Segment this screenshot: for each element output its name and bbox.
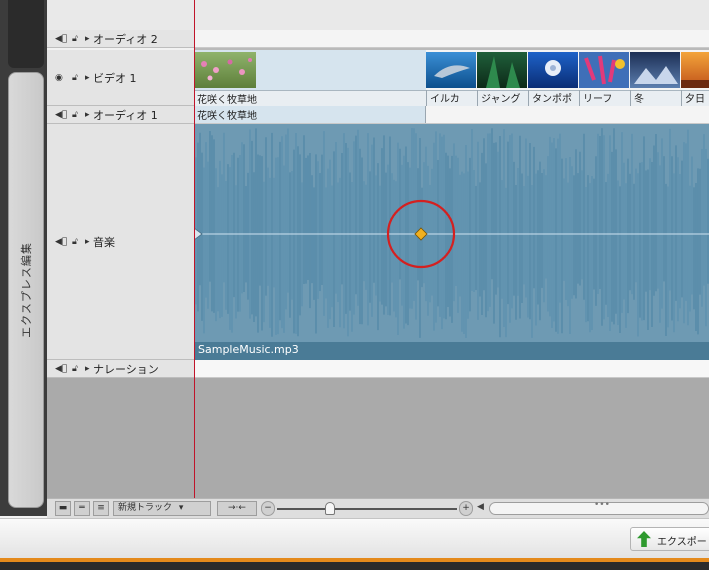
- unlock-icon[interactable]: 🔓︎: [72, 237, 78, 247]
- export-label: エクスポー: [657, 537, 707, 548]
- chevron-down-icon: ▾: [178, 503, 184, 513]
- visibility-icon[interactable]: ◉: [55, 73, 63, 83]
- track-header-music: ◀ͤ 🔓︎ ▸ 音楽: [47, 124, 194, 360]
- track-header-video1: ◉ 🔓︎ ▸ ビデオ 1: [47, 50, 194, 106]
- track-height-medium-button[interactable]: ═: [74, 501, 90, 516]
- side-tab-top: [8, 0, 44, 68]
- zoom-slider-track[interactable]: [277, 508, 457, 510]
- scroll-grip-icon: •••: [594, 500, 610, 510]
- zoom-out-icon[interactable]: −: [261, 501, 275, 516]
- video-thumbnails: [194, 52, 709, 88]
- clip-label[interactable]: 花咲く牧草地: [197, 91, 257, 106]
- track-header-audio2: ◀ͤ 🔓︎ ▸ オーディオ 2: [47, 30, 194, 48]
- clip-label[interactable]: 冬: [630, 90, 681, 106]
- new-track-label: 新規トラック: [118, 503, 173, 513]
- lane-narration: [194, 360, 709, 378]
- expand-triangle-icon[interactable]: ▸: [85, 237, 90, 247]
- status-bar: エクスポー: [0, 518, 709, 558]
- clip-label[interactable]: 夕日: [681, 90, 709, 106]
- track-height-large-button[interactable]: ▬: [55, 501, 71, 516]
- speaker-icon[interactable]: ◀ͤ: [55, 110, 67, 120]
- timeline-ruler: [47, 0, 709, 30]
- track-name: ナレーション: [93, 362, 159, 376]
- express-edit-tab-label: エクスプレス編集: [20, 242, 33, 338]
- track-name: オーディオ 2: [93, 32, 158, 46]
- expand-triangle-icon[interactable]: ▸: [85, 364, 90, 374]
- speaker-icon[interactable]: ◀ͤ: [55, 34, 67, 44]
- volume-envelope: [194, 199, 709, 269]
- export-icon: [637, 531, 651, 547]
- unlock-icon[interactable]: 🔓︎: [72, 34, 78, 44]
- music-clip[interactable]: SampleMusic.mp3: [194, 124, 709, 360]
- lane-audio1: 花咲く牧草地: [194, 106, 709, 124]
- bottom-edge: [0, 562, 709, 570]
- track-name: オーディオ 1: [93, 108, 158, 122]
- clip-label[interactable]: ジャング: [477, 90, 528, 106]
- scroll-left-icon[interactable]: ◀: [477, 502, 484, 512]
- track-name: ビデオ 1: [93, 71, 137, 85]
- clip-label[interactable]: イルカ: [426, 90, 477, 106]
- speaker-icon[interactable]: ◀ͤ: [55, 237, 67, 247]
- lane-video1: 花咲く牧草地 イルカ ジャング タンポポ リーフ 冬 夕日: [194, 50, 709, 106]
- fit-timeline-button[interactable]: →·←: [217, 501, 257, 516]
- track-name: 音楽: [93, 235, 115, 249]
- clip-label[interactable]: リーフ: [579, 90, 630, 106]
- timeline-toolbar: ▬ ═ ≡ 新規トラック ▾ →·← − + ◀ •••: [47, 498, 709, 518]
- new-track-dropdown[interactable]: 新規トラック ▾: [113, 501, 211, 516]
- speaker-icon[interactable]: ◀ͤ: [55, 364, 67, 374]
- expand-triangle-icon[interactable]: ▸: [85, 73, 90, 83]
- clip-label: 花咲く牧草地: [197, 111, 257, 122]
- clip-label[interactable]: タンポポ: [528, 90, 579, 106]
- expand-triangle-icon[interactable]: ▸: [85, 34, 90, 44]
- lane-audio2: [194, 30, 709, 48]
- unlock-icon[interactable]: 🔓︎: [72, 73, 78, 83]
- zoom-in-icon[interactable]: +: [459, 501, 473, 516]
- expand-triangle-icon[interactable]: ▸: [85, 110, 90, 120]
- horizontal-scrollbar[interactable]: •••: [489, 500, 709, 515]
- zoom-slider-thumb[interactable]: [325, 502, 335, 515]
- keyframe-icon[interactable]: [414, 227, 428, 241]
- track-header-narration: ◀ͤ 🔓︎ ▸ ナレーション: [47, 360, 194, 378]
- playhead[interactable]: [194, 0, 195, 516]
- export-button[interactable]: エクスポー: [630, 527, 709, 551]
- track-header-audio1: ◀ͤ 🔓︎ ▸ オーディオ 1: [47, 106, 194, 124]
- unlock-icon[interactable]: 🔓︎: [72, 364, 78, 374]
- express-edit-tab[interactable]: エクスプレス編集: [8, 72, 44, 508]
- track-height-small-button[interactable]: ≡: [93, 501, 109, 516]
- empty-track-area: [47, 378, 709, 498]
- unlock-icon[interactable]: 🔓︎: [72, 110, 78, 120]
- audio-clip[interactable]: 花咲く牧草地: [194, 106, 426, 123]
